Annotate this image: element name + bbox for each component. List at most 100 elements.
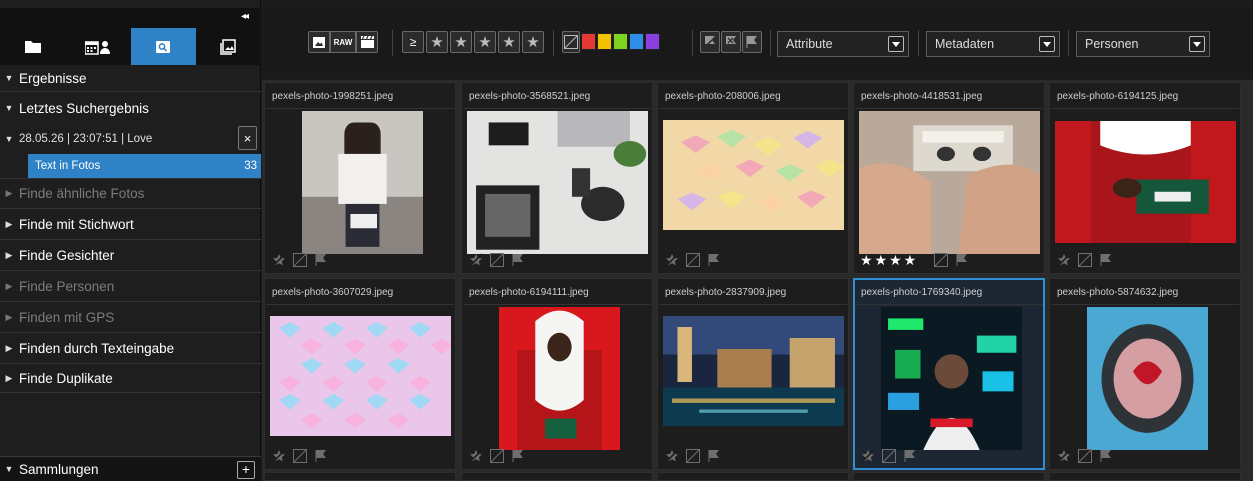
- flag-icon[interactable]: [510, 448, 526, 464]
- photo-thumbnail-cell[interactable]: pexels-photo-1769340.jpeg: [853, 278, 1045, 470]
- rating-star-1[interactable]: ★: [426, 31, 448, 53]
- find-gps-item[interactable]: ▶ Finden mit GPS: [0, 301, 261, 332]
- chevron-down-icon: [1189, 36, 1205, 52]
- photo-attribute-bar: [1056, 447, 1114, 465]
- find-keyword-item[interactable]: ▶ Finde mit Stichwort: [0, 208, 261, 239]
- flag-icon[interactable]: [510, 252, 526, 268]
- collections-label: Sammlungen: [19, 461, 99, 477]
- yellow-label-button[interactable]: [597, 33, 612, 50]
- photo-rating[interactable]: ★★★★: [860, 252, 918, 269]
- green-label-button[interactable]: [613, 33, 628, 50]
- rating-star-5[interactable]: ★: [522, 31, 544, 53]
- photo-thumbnail-cell[interactable]: pexels-photo-3568521.jpeg: [461, 82, 653, 274]
- rating-slash-icon[interactable]: [1056, 448, 1072, 464]
- color-label-slash-icon[interactable]: [1077, 252, 1093, 268]
- last-search-section[interactable]: ▼ Letztes Suchergebnis: [0, 91, 261, 124]
- tab-calendar-people[interactable]: [65, 28, 130, 65]
- photo-thumbnail-cell[interactable]: pexels-photo-3607029.jpeg: [264, 278, 456, 470]
- purple-label-button[interactable]: [645, 33, 660, 50]
- photo-attribute-bar: [664, 251, 722, 269]
- metadata-dropdown[interactable]: Metadaten: [926, 31, 1060, 57]
- photo-filter-button[interactable]: [308, 31, 330, 53]
- flag-icon[interactable]: [954, 252, 970, 268]
- collapsed-arrow-icon: ▶: [5, 249, 13, 260]
- photo-thumbnail-cell[interactable]: pexels-photo-1998251.jpeg: [264, 82, 456, 274]
- find-duplicates-item[interactable]: ▶ Finde Duplikate: [0, 363, 261, 393]
- photo-attribute-bar: [271, 251, 329, 269]
- video-filter-button[interactable]: [356, 31, 378, 53]
- media-type-filter: RAW: [308, 31, 378, 55]
- text-in-photos-item[interactable]: Text in Fotos 33: [28, 154, 261, 178]
- color-label-slash-icon[interactable]: [685, 252, 701, 268]
- photo-attribute-bar: [1056, 251, 1114, 269]
- color-label-slash-icon[interactable]: [1077, 448, 1093, 464]
- color-label-slash-icon[interactable]: [685, 448, 701, 464]
- photo-image: [1087, 307, 1208, 450]
- collapsed-arrow-icon: ▶: [5, 188, 13, 198]
- rating-slash-icon[interactable]: [271, 252, 287, 268]
- photo-thumbnail-cell[interactable]: pexels-photo-6194125.jpeg: [1049, 82, 1241, 274]
- flag-picked-button[interactable]: [742, 31, 762, 53]
- color-label-slash-icon[interactable]: [489, 448, 505, 464]
- rating-star-4[interactable]: ★: [498, 31, 520, 53]
- photo-thumbnail-cell[interactable]: pexels-photo-6194111.jpeg: [461, 278, 653, 470]
- find-duplicates-label: Finde Duplikate: [19, 370, 113, 386]
- color-label-slash-icon[interactable]: [292, 448, 308, 464]
- search-entry-row[interactable]: ▼ 28.05.26 | 23:07:51 | Love ×: [0, 124, 261, 154]
- flag-icon[interactable]: [706, 252, 722, 268]
- find-similar-item[interactable]: ▶ Finde ähnliche Fotos: [0, 178, 261, 208]
- blue-label-button[interactable]: [629, 33, 644, 50]
- find-text-input-item[interactable]: ▶ Finden durch Texteingabe: [0, 332, 261, 363]
- flag-rejected-button[interactable]: [721, 31, 741, 53]
- red-label-button[interactable]: [581, 33, 596, 50]
- expanded-arrow-icon: ▼: [4, 134, 14, 144]
- results-section[interactable]: ▼ Ergebnisse: [0, 65, 261, 91]
- find-people-item[interactable]: ▶ Finde Personen: [0, 270, 261, 301]
- raw-filter-button[interactable]: RAW: [330, 31, 356, 53]
- flag-icon[interactable]: [313, 448, 329, 464]
- rating-slash-icon[interactable]: [271, 448, 287, 464]
- find-faces-item[interactable]: ▶ Finde Gesichter: [0, 239, 261, 270]
- rating-slash-icon[interactable]: [664, 448, 680, 464]
- results-label: Ergebnisse: [19, 70, 87, 86]
- photo-stack-icon: [220, 38, 237, 55]
- find-faces-label: Finde Gesichter: [19, 247, 115, 263]
- rating-star-2[interactable]: ★: [450, 31, 472, 53]
- photo-thumbnail-cell[interactable]: pexels-photo-2837909.jpeg: [657, 278, 849, 470]
- color-label-slash-icon[interactable]: [881, 448, 897, 464]
- color-label-slash-icon[interactable]: [292, 252, 308, 268]
- add-collection-button[interactable]: +: [237, 461, 255, 479]
- find-text-input-label: Finden durch Texteingabe: [19, 340, 175, 356]
- no-color-button[interactable]: [562, 31, 580, 53]
- text-in-photos-label: Text in Fotos: [35, 160, 101, 172]
- photo-thumbnail-cell[interactable]: pexels-photo-208006.jpeg: [657, 82, 849, 274]
- rating-gte-button[interactable]: ≥: [402, 31, 424, 53]
- rating-slash-icon[interactable]: [468, 448, 484, 464]
- flag-icon[interactable]: [706, 448, 722, 464]
- photo-attribute-bar: [468, 251, 526, 269]
- color-label-slash-icon[interactable]: [933, 252, 949, 268]
- tab-collections[interactable]: [196, 28, 261, 65]
- rating-slash-icon[interactable]: [860, 448, 876, 464]
- rating-slash-icon[interactable]: [664, 252, 680, 268]
- find-similar-label: Finde ähnliche Fotos: [19, 186, 145, 201]
- tab-search[interactable]: [130, 28, 196, 65]
- flag-icon[interactable]: [313, 252, 329, 268]
- flag-icon[interactable]: [902, 448, 918, 464]
- attribute-dropdown[interactable]: Attribute: [777, 31, 909, 57]
- people-dropdown[interactable]: Personen: [1076, 31, 1210, 57]
- flag-icon[interactable]: [1098, 448, 1114, 464]
- collections-section[interactable]: ▼ Sammlungen +: [0, 456, 261, 481]
- photo-thumbnail-cell[interactable]: pexels-photo-5874632.jpeg: [1049, 278, 1241, 470]
- flag-icon[interactable]: [1098, 252, 1114, 268]
- photo-thumbnail-cell[interactable]: pexels-photo-4418531.jpeg ★★★★: [853, 82, 1045, 274]
- close-search-button[interactable]: ×: [238, 126, 257, 150]
- rating-slash-icon[interactable]: [1056, 252, 1072, 268]
- tab-folders[interactable]: [0, 28, 65, 65]
- flag-unflagged-button[interactable]: [700, 31, 720, 53]
- rating-star-3[interactable]: ★: [474, 31, 496, 53]
- search-icon: [156, 40, 171, 53]
- color-label-slash-icon[interactable]: [489, 252, 505, 268]
- rating-slash-icon[interactable]: [468, 252, 484, 268]
- collapse-sidebar-button[interactable]: ◂◂: [241, 11, 249, 22]
